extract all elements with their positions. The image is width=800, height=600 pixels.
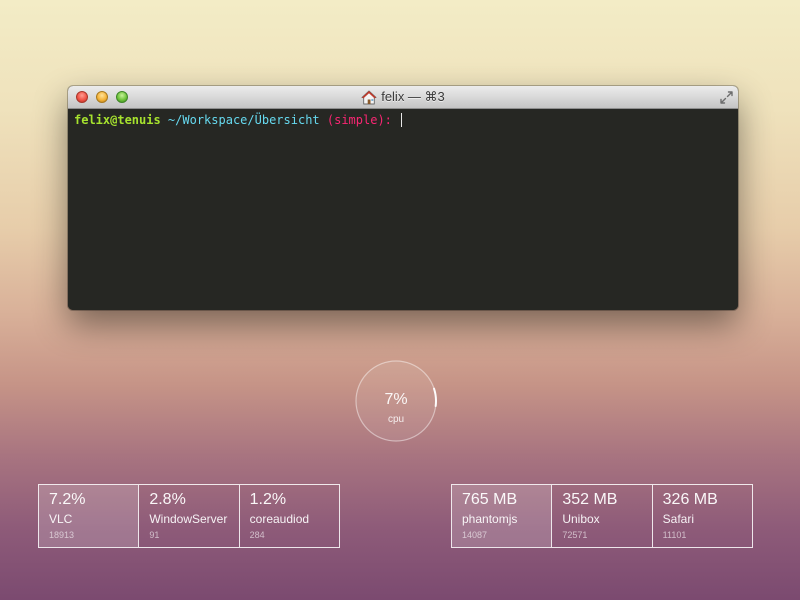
- memory-process-cell: 765 MB phantomjs 14087: [452, 485, 552, 547]
- cpu-label: cpu: [387, 414, 405, 425]
- cpu-process-cell: 2.8% WindowServer 91: [138, 485, 238, 547]
- prompt-user: felix@tenuis: [74, 113, 161, 127]
- cpu-process-value: 2.8%: [149, 491, 186, 508]
- cpu-process-value: 7.2%: [49, 491, 86, 508]
- fullscreen-icon[interactable]: [719, 90, 734, 105]
- window-title: felix — ⌘3: [381, 89, 445, 104]
- cpu-process-cell: 1.2% coreaudiod 284: [238, 485, 339, 547]
- memory-process-pid: 72571: [562, 530, 588, 540]
- memory-process-cell: 326 MB Safari 11101: [651, 485, 752, 547]
- memory-process-panel: 765 MB phantomjs 14087 352 MB Unibox 725…: [451, 484, 753, 548]
- cpu-process-panel: 7.2% VLC 18913 2.8% WindowServer 91 1.2%…: [38, 484, 340, 548]
- cpu-process-pid: 18913: [49, 530, 75, 540]
- memory-process-cell: 352 MB Unibox 72571: [551, 485, 651, 547]
- cpu-process-cell: 7.2% VLC 18913: [39, 485, 139, 547]
- text-cursor: [401, 113, 403, 127]
- terminal-window[interactable]: felix — ⌘3 felix@tenuis ~/Workspace/Über…: [68, 86, 738, 310]
- window-title-group: felix — ⌘3: [68, 86, 738, 108]
- memory-process-value: 765 MB: [462, 491, 518, 508]
- memory-process-pid: 11101: [662, 530, 687, 540]
- memory-process-name: phantomjs: [462, 512, 518, 526]
- cpu-process-name: coreaudiod: [249, 512, 310, 526]
- memory-process-value: 326 MB: [662, 491, 718, 508]
- cpu-process-name: VLC: [49, 512, 73, 526]
- memory-process-name: Safari: [662, 512, 695, 526]
- cpu-process-name: WindowServer: [149, 512, 228, 526]
- memory-process-value: 352 MB: [562, 491, 618, 508]
- terminal-content[interactable]: felix@tenuis ~/Workspace/Übersicht (simp…: [68, 109, 738, 310]
- prompt-suffix: [392, 113, 399, 127]
- title-bar[interactable]: felix — ⌘3: [68, 86, 738, 109]
- cpu-gauge: 7% cpu: [355, 360, 437, 442]
- cpu-process-pid: 284: [249, 530, 265, 540]
- prompt-branch: (simple):: [319, 113, 392, 127]
- cpu-value: 7%: [384, 391, 408, 408]
- cpu-process-value: 1.2%: [249, 491, 287, 508]
- home-icon: [361, 90, 377, 105]
- memory-process-name: Unibox: [562, 512, 600, 526]
- memory-process-pid: 14087: [462, 530, 488, 540]
- cpu-process-pid: 91: [149, 530, 160, 540]
- prompt-path: ~/Workspace/Übersicht: [160, 113, 320, 127]
